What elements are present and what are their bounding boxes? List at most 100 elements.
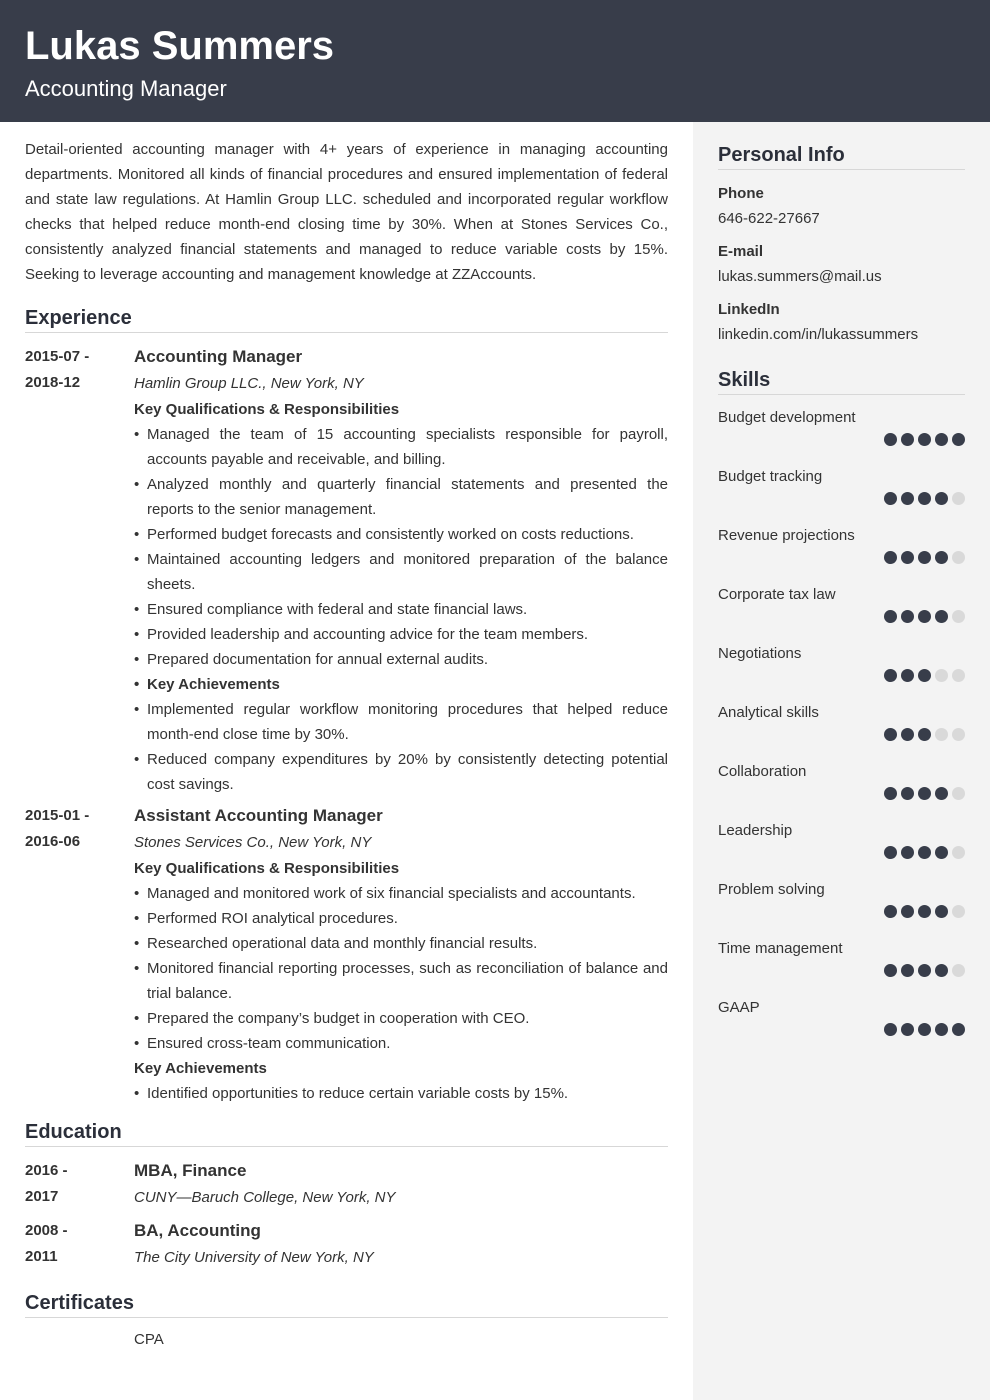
candidate-name: Lukas Summers bbox=[25, 24, 335, 68]
job-body: Assistant Accounting Manager Stones Servi… bbox=[134, 803, 668, 1106]
responsibility-item: Monitored financial reporting processes,… bbox=[134, 956, 668, 1006]
rating-dot-filled bbox=[952, 433, 965, 446]
skills-list: Budget development Budget tracking Revenue… bbox=[718, 408, 965, 1057]
qualifications-heading: Key Qualifications & Responsibilities bbox=[134, 860, 400, 877]
education-heading: Education bbox=[25, 1119, 668, 1147]
rating-dot-filled bbox=[901, 1023, 914, 1036]
rating-dot-empty bbox=[952, 610, 965, 623]
email-value[interactable]: lukas.summers@mail.us bbox=[718, 267, 965, 287]
rating-dot-filled bbox=[918, 846, 931, 859]
responsibility-item: Performed budget forecasts and consisten… bbox=[134, 522, 668, 547]
rating-dot-filled bbox=[884, 433, 897, 446]
achievement-item: Reduced company expenditures by 20% by c… bbox=[134, 747, 668, 797]
achievement-item: Implemented regular workflow monitoring … bbox=[134, 697, 668, 747]
rating-dot-filled bbox=[918, 787, 931, 800]
responsibility-item: Maintained accounting ledgers and monito… bbox=[134, 547, 668, 597]
certificates-list: CPA bbox=[25, 1330, 668, 1350]
skill-rating bbox=[884, 846, 965, 859]
job-date-start: 2015-01 - bbox=[25, 807, 90, 824]
responsibility-item: Ensured cross-team communication. bbox=[134, 1031, 668, 1056]
rating-dot-empty bbox=[935, 728, 948, 741]
school: CUNY—Baruch College, New York, NY bbox=[134, 1189, 396, 1206]
education-body: MBA, Finance CUNY—Baruch College, New Yor… bbox=[134, 1158, 668, 1211]
sidebar: Personal Info Phone 646-622-27667 E-mail… bbox=[693, 122, 990, 1400]
rating-dot-filled bbox=[935, 905, 948, 918]
linkedin-value[interactable]: linkedin.com/in/lukassummers bbox=[718, 325, 965, 345]
skill-name: Time management bbox=[718, 940, 843, 957]
responsibility-item: Ensured compliance with federal and stat… bbox=[134, 597, 668, 622]
responsibility-item: Prepared the company’s budget in coopera… bbox=[134, 1006, 668, 1031]
job-title: Accounting Manager bbox=[134, 347, 303, 366]
rating-dot-filled bbox=[935, 433, 948, 446]
responsibility-item: Provided leadership and accounting advic… bbox=[134, 622, 668, 647]
rating-dot-filled bbox=[884, 551, 897, 564]
rating-dot-empty bbox=[952, 669, 965, 682]
rating-dot-filled bbox=[918, 669, 931, 682]
skill-rating bbox=[884, 492, 965, 505]
responsibility-item: Performed ROI analytical procedures. bbox=[134, 906, 668, 931]
skill-item: Leadership bbox=[718, 821, 965, 880]
skill-name: Negotiations bbox=[718, 645, 802, 662]
rating-dot-filled bbox=[918, 964, 931, 977]
job-entry: 2015-07 - 2018-12 Accounting Manager Hamlin… bbox=[25, 344, 668, 797]
summary: Detail-oriented accounting manager with … bbox=[25, 141, 668, 283]
achievements-list: Identified opportunities to reduce certa… bbox=[134, 1081, 668, 1106]
job-company: Hamlin Group LLC., New York, NY bbox=[134, 375, 364, 392]
skill-name: Collaboration bbox=[718, 763, 807, 780]
rating-dot-filled bbox=[918, 728, 931, 741]
skill-rating bbox=[884, 905, 965, 918]
responsibilities-list: Managed the team of 15 accounting specia… bbox=[134, 422, 668, 797]
rating-dot-filled bbox=[901, 846, 914, 859]
job-dates: 2015-01 - 2016-06 bbox=[25, 803, 134, 1106]
achievements-heading: Key Achievements bbox=[134, 672, 668, 697]
skill-name: Corporate tax law bbox=[718, 586, 836, 603]
personal-info-heading: Personal Info bbox=[718, 142, 965, 170]
skill-rating bbox=[884, 433, 965, 446]
skill-name: Leadership bbox=[718, 822, 793, 839]
rating-dot-filled bbox=[884, 728, 897, 741]
rating-dot-filled bbox=[884, 787, 897, 800]
linkedin-label: LinkedIn bbox=[718, 301, 780, 318]
skill-item: Budget tracking bbox=[718, 467, 965, 526]
rating-dot-filled bbox=[884, 610, 897, 623]
education-body: BA, Accounting The City University of New… bbox=[134, 1218, 668, 1271]
skill-item: Corporate tax law bbox=[718, 585, 965, 644]
job-date-end: 2016-06 bbox=[25, 833, 81, 850]
skill-item: Negotiations bbox=[718, 644, 965, 703]
skill-item: Budget development bbox=[718, 408, 965, 467]
rating-dot-empty bbox=[952, 905, 965, 918]
rating-dot-empty bbox=[952, 728, 965, 741]
education-date-end: 2017 bbox=[25, 1188, 59, 1205]
rating-dot-filled bbox=[901, 433, 914, 446]
skill-rating bbox=[884, 787, 965, 800]
skill-name: Analytical skills bbox=[718, 704, 819, 721]
qualifications-heading: Key Qualifications & Responsibilities bbox=[134, 401, 400, 418]
responsibilities-list: Managed and monitored work of six financ… bbox=[134, 881, 668, 1056]
job-dates: 2015-07 - 2018-12 bbox=[25, 344, 134, 797]
rating-dot-filled bbox=[918, 433, 931, 446]
responsibility-item: Managed and monitored work of six financ… bbox=[134, 881, 668, 906]
rating-dot-filled bbox=[918, 551, 931, 564]
rating-dot-filled bbox=[901, 669, 914, 682]
job-company: Stones Services Co., New York, NY bbox=[134, 834, 372, 851]
rating-dot-filled bbox=[901, 964, 914, 977]
rating-dot-filled bbox=[901, 905, 914, 918]
rating-dot-filled bbox=[935, 787, 948, 800]
email-label: E-mail bbox=[718, 243, 764, 260]
rating-dot-filled bbox=[918, 905, 931, 918]
job-date-start: 2015-07 - bbox=[25, 348, 90, 365]
rating-dot-filled bbox=[935, 964, 948, 977]
rating-dot-filled bbox=[884, 905, 897, 918]
skill-item: Analytical skills bbox=[718, 703, 965, 762]
skill-item: GAAP bbox=[718, 998, 965, 1057]
degree: BA, Accounting bbox=[134, 1221, 261, 1240]
skill-name: Budget tracking bbox=[718, 468, 823, 485]
rating-dot-empty bbox=[952, 846, 965, 859]
rating-dot-filled bbox=[901, 551, 914, 564]
rating-dot-filled bbox=[884, 964, 897, 977]
education-entry: 2016 - 2017 MBA, Finance CUNY—Baruch Colleg… bbox=[25, 1158, 668, 1211]
rating-dot-filled bbox=[935, 1023, 948, 1036]
rating-dot-empty bbox=[952, 492, 965, 505]
rating-dot-empty bbox=[935, 669, 948, 682]
rating-dot-empty bbox=[952, 551, 965, 564]
